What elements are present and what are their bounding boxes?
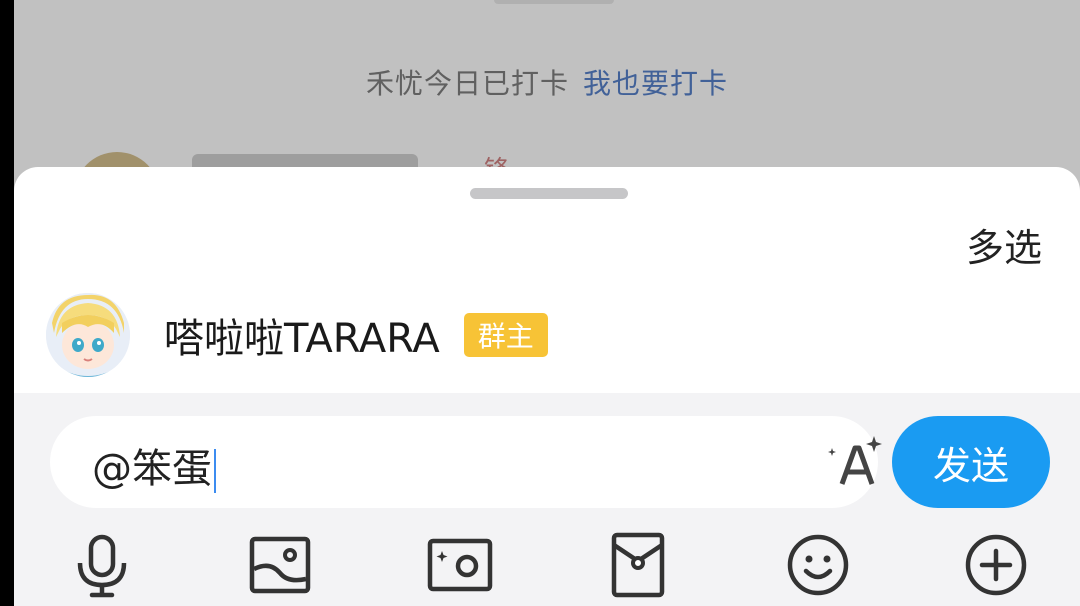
owner-badge: 群主 [463, 313, 548, 357]
camera-icon[interactable] [424, 529, 496, 601]
plus-icon[interactable] [960, 529, 1032, 601]
drag-handle[interactable] [470, 188, 628, 199]
image-icon[interactable] [244, 529, 316, 601]
message-input-value: @笨蛋 [92, 446, 212, 492]
font-style-icon[interactable] [824, 432, 888, 496]
avatar [46, 293, 130, 377]
app-screen: 禾忧今日已打卡我也要打卡 锋 多选 [14, 0, 1080, 606]
send-button[interactable]: 发送 [892, 416, 1050, 508]
text-caret [214, 449, 216, 493]
red-packet-icon[interactable] [602, 529, 674, 601]
member-list-item[interactable]: 嗒啦啦TARARA 群主 [14, 285, 1080, 385]
composer: @笨蛋 发送 [14, 393, 1080, 606]
composer-toolbar [14, 523, 1080, 603]
member-name: 嗒啦啦TARARA [164, 316, 440, 362]
message-input[interactable]: @笨蛋 [50, 416, 882, 508]
mention-picker-sheet: 多选 嗒啦啦TARARA 群主 [14, 167, 1080, 393]
emoji-icon[interactable] [782, 529, 854, 601]
microphone-icon[interactable] [66, 529, 138, 601]
multi-select-button[interactable]: 多选 [966, 217, 1042, 272]
avatar-image [46, 293, 130, 377]
message-input-text[interactable]: @笨蛋 [92, 436, 216, 494]
